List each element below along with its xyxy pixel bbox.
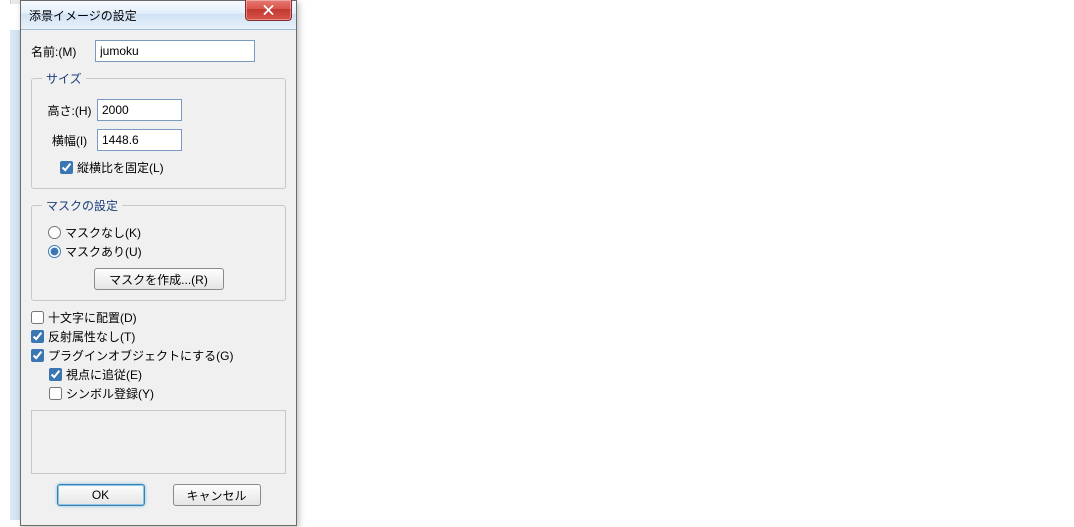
symbol-reg-input[interactable] bbox=[49, 387, 62, 400]
ok-button[interactable]: OK bbox=[57, 484, 145, 506]
height-label: 高さ:(H) bbox=[42, 102, 97, 119]
plugin-object-checkbox[interactable]: プラグインオブジェクトにする(G) bbox=[31, 347, 286, 364]
titlebar[interactable]: 添景イメージの設定 bbox=[21, 1, 296, 30]
mask-group: マスクの設定 マスクなし(K) マスクあり(U) マスクを作成...(R) bbox=[31, 197, 286, 301]
no-reflect-label: 反射属性なし(T) bbox=[48, 328, 135, 345]
mask-none-radio[interactable]: マスクなし(K) bbox=[48, 224, 275, 241]
width-label: 横幅(I) bbox=[42, 132, 97, 149]
follow-view-input[interactable] bbox=[49, 368, 62, 381]
follow-view-label: 視点に追従(E) bbox=[66, 366, 142, 383]
name-input[interactable] bbox=[95, 40, 255, 62]
dialog-attachment-image-settings: 添景イメージの設定 名前:(M) サイズ 高さ:(H) 横幅(I) bbox=[20, 0, 297, 526]
create-mask-button[interactable]: マスクを作成...(R) bbox=[94, 268, 224, 290]
close-icon bbox=[263, 5, 274, 15]
cancel-button[interactable]: キャンセル bbox=[173, 484, 261, 506]
no-reflect-checkbox[interactable]: 反射属性なし(T) bbox=[31, 328, 286, 345]
size-legend: サイズ bbox=[42, 70, 86, 87]
follow-view-checkbox[interactable]: 視点に追従(E) bbox=[49, 366, 286, 383]
cross-place-label: 十文字に配置(D) bbox=[48, 309, 137, 326]
close-button[interactable] bbox=[245, 0, 292, 21]
lock-aspect-checkbox[interactable]: 縦横比を固定(L) bbox=[60, 159, 275, 176]
window-title: 添景イメージの設定 bbox=[21, 7, 137, 24]
no-reflect-input[interactable] bbox=[31, 330, 44, 343]
mask-legend: マスクの設定 bbox=[42, 197, 122, 214]
lock-aspect-input[interactable] bbox=[60, 161, 73, 174]
cross-place-input[interactable] bbox=[31, 311, 44, 324]
mask-has-input[interactable] bbox=[48, 245, 61, 258]
symbol-reg-label: シンボル登録(Y) bbox=[66, 385, 154, 402]
lock-aspect-label: 縦横比を固定(L) bbox=[77, 159, 164, 176]
name-label: 名前:(M) bbox=[31, 43, 95, 60]
mask-none-input[interactable] bbox=[48, 226, 61, 239]
preview-box bbox=[31, 410, 286, 474]
cross-place-checkbox[interactable]: 十文字に配置(D) bbox=[31, 309, 286, 326]
plugin-object-input[interactable] bbox=[31, 349, 44, 362]
symbol-reg-checkbox[interactable]: シンボル登録(Y) bbox=[49, 385, 286, 402]
mask-has-label: マスクあり(U) bbox=[65, 243, 142, 260]
options-group: 十文字に配置(D) 反射属性なし(T) プラグインオブジェクトにする(G) 視点… bbox=[31, 309, 286, 402]
mask-has-radio[interactable]: マスクあり(U) bbox=[48, 243, 275, 260]
mask-none-label: マスクなし(K) bbox=[65, 224, 141, 241]
width-input[interactable] bbox=[97, 129, 182, 151]
height-input[interactable] bbox=[97, 99, 182, 121]
size-group: サイズ 高さ:(H) 横幅(I) 縦横比を固定(L) bbox=[31, 70, 286, 189]
plugin-object-label: プラグインオブジェクトにする(G) bbox=[48, 347, 233, 364]
